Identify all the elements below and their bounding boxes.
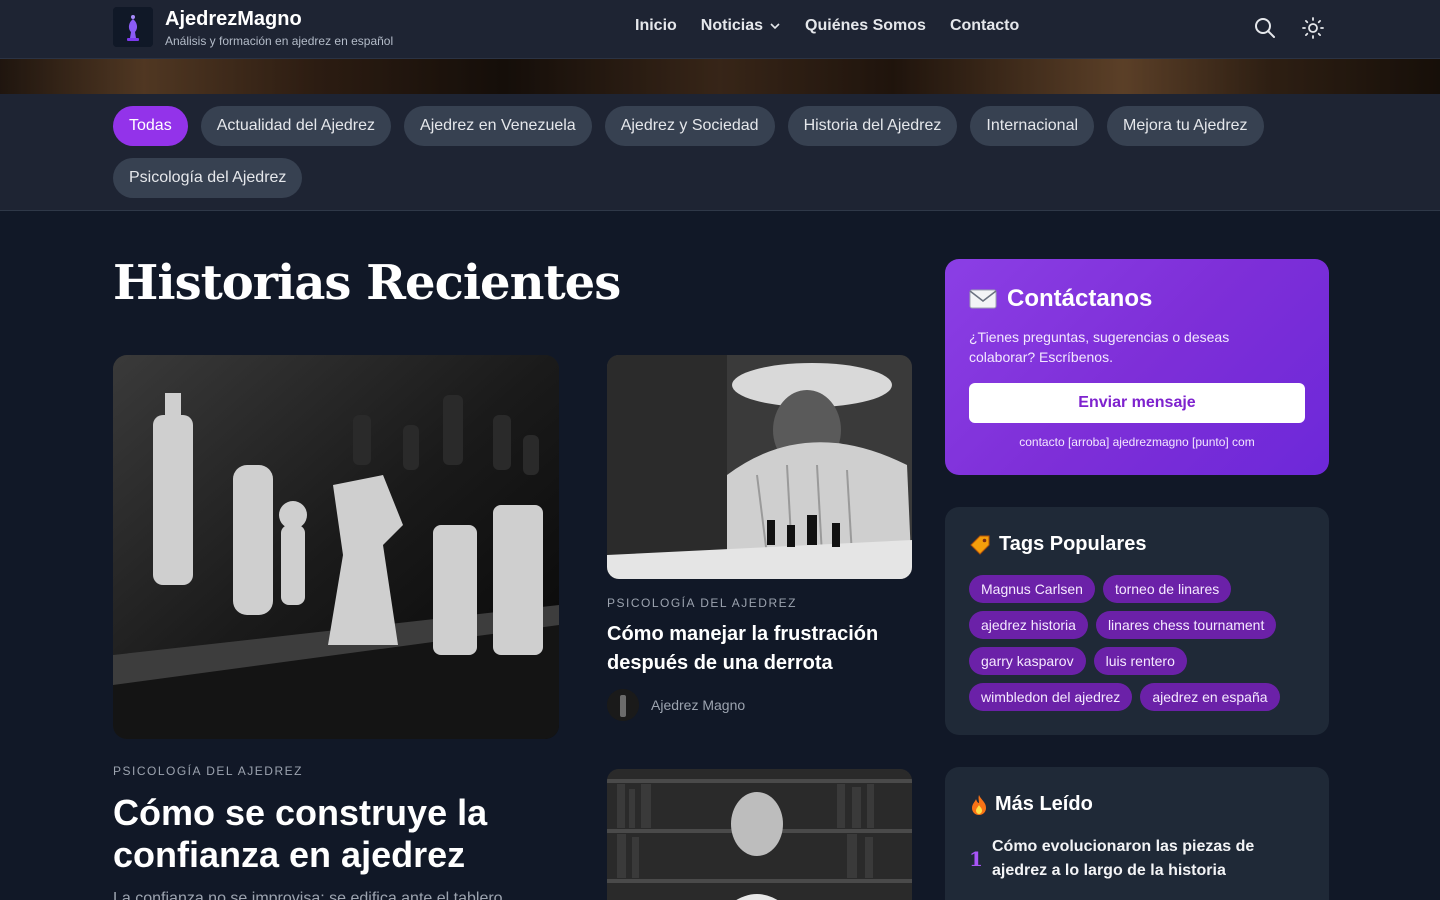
category-chip-psicologia[interactable]: Psicología del Ajedrez <box>113 158 303 198</box>
contact-heading: Contáctanos <box>969 285 1152 313</box>
contact-description: ¿Tienes preguntas, sugerencias o deseas … <box>969 329 1230 365</box>
tag-item[interactable]: luis rentero <box>1093 647 1187 675</box>
category-chip-historia[interactable]: Historia del Ajedrez <box>787 106 958 146</box>
article-card-image-2[interactable] <box>607 769 912 900</box>
site-header: AjedrezMagno Análisis y formación en aje… <box>0 0 1440 59</box>
sun-theme-toggle-icon[interactable] <box>1301 16 1325 40</box>
tag-list: Magnus Carlsen torneo de linares ajedrez… <box>969 575 1309 711</box>
article-card-author[interactable]: Ajedrez Magno <box>651 697 745 713</box>
category-chip-venezuela[interactable]: Ajedrez en Venezuela <box>404 106 592 146</box>
nav-item-contacto[interactable]: Contacto <box>950 17 1019 35</box>
avatar <box>607 689 639 721</box>
article-card-title[interactable]: Cómo manejar la frustración después de u… <box>607 620 907 678</box>
contact-title: Contáctanos <box>1007 285 1153 312</box>
chess-bishop-logo-icon <box>113 7 153 47</box>
category-chip-internacional[interactable]: Internacional <box>970 106 1095 146</box>
tag-item[interactable]: wimbledon del ajedrez <box>969 683 1133 711</box>
category-chip-mejora[interactable]: Mejora tu Ajedrez <box>1107 106 1264 146</box>
most-read-card: Más Leído 1 Cómo evolucionaron las pieza… <box>945 767 1329 900</box>
popular-tags-title: Tags Populares <box>999 533 1147 555</box>
category-filter-bar: Todas Actualidad del Ajedrez Ajedrez en … <box>0 94 1440 211</box>
featured-article-image[interactable] <box>113 355 559 739</box>
article-card-image[interactable] <box>607 355 912 579</box>
article-card-category[interactable]: PSICOLOGÍA DEL AJEDREZ <box>607 596 797 610</box>
most-read-title: Más Leído <box>995 793 1093 815</box>
main-nav: Inicio Noticias Quiénes Somos Contacto <box>635 17 1019 35</box>
chess-pieces-photo <box>113 355 559 739</box>
tag-item[interactable]: garry kasparov <box>969 647 1086 675</box>
tag-item[interactable]: ajedrez historia <box>969 611 1088 639</box>
contact-card: Contáctanos ¿Tienes preguntas, sugerenci… <box>945 259 1329 475</box>
nav-item-label: Noticias <box>700 17 764 34</box>
featured-article-excerpt: La confianza no se improvisa: se edifica… <box>113 890 516 900</box>
contact-email: contacto [arroba] ajedrezmagno [punto] c… <box>1019 435 1255 449</box>
site-logo[interactable] <box>113 7 153 47</box>
author-avatar-icon <box>607 689 639 721</box>
man-playing-chess-photo <box>607 355 912 579</box>
most-read-item-title[interactable]: Cómo evolucionaron las piezas de ajedrez… <box>992 835 1292 883</box>
header-banner-image <box>0 59 1440 94</box>
tag-item[interactable]: ajedrez en españa <box>1140 683 1280 711</box>
featured-article-title[interactable]: Cómo se construye la confianza en ajedre… <box>113 792 553 876</box>
popular-tags-heading: Tags Populares <box>969 533 1146 556</box>
nav-item-inicio[interactable]: Inicio <box>635 17 677 35</box>
category-chip-todas[interactable]: Todas <box>113 106 188 146</box>
tag-item[interactable]: Magnus Carlsen <box>969 575 1095 603</box>
featured-article-category[interactable]: PSICOLOGÍA DEL AJEDREZ <box>113 764 303 778</box>
nav-item-noticias[interactable]: Noticias <box>701 17 781 35</box>
category-chip-sociedad[interactable]: Ajedrez y Sociedad <box>604 106 775 146</box>
send-message-button[interactable]: Enviar mensaje <box>969 383 1305 423</box>
envelope-icon <box>969 289 997 309</box>
section-title: Historias Recientes <box>113 255 621 311</box>
fire-icon <box>972 794 986 815</box>
search-icon[interactable] <box>1253 16 1277 40</box>
category-chip-actualidad[interactable]: Actualidad del Ajedrez <box>200 106 392 146</box>
site-tagline: Análisis y formación en ajedrez en españ… <box>165 34 394 48</box>
tag-icon <box>970 535 990 555</box>
site-title[interactable]: AjedrezMagno <box>165 8 302 31</box>
most-read-rank: 1 <box>969 847 983 871</box>
library-portrait-photo <box>607 769 912 900</box>
chevron-down-icon <box>770 23 780 30</box>
category-chips: Todas Actualidad del Ajedrez Ajedrez en … <box>113 106 1333 198</box>
nav-item-quienes-somos[interactable]: Quiénes Somos <box>805 17 926 35</box>
tag-item[interactable]: linares chess tournament <box>1095 611 1277 639</box>
tag-item[interactable]: torneo de linares <box>1102 575 1232 603</box>
most-read-heading: Más Leído <box>969 793 1093 816</box>
popular-tags-card: Tags Populares Magnus Carlsen torneo de … <box>945 507 1329 735</box>
